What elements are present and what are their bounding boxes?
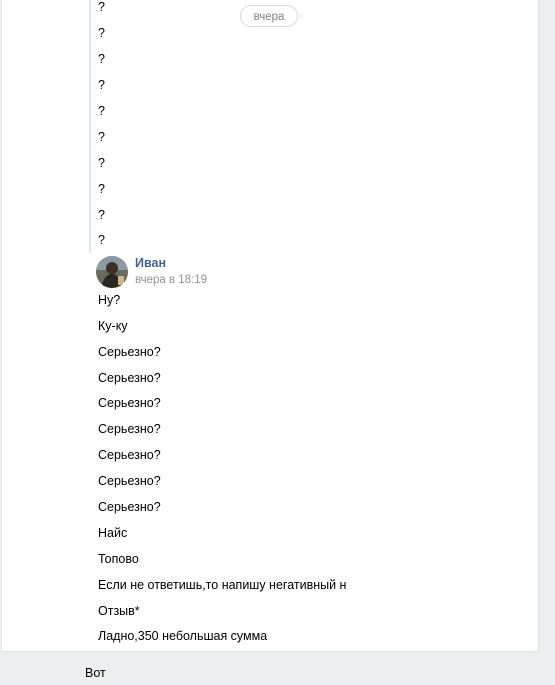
quoted-message: ?	[98, 130, 105, 144]
message-text: Топово	[98, 552, 139, 566]
quoted-message: ?	[98, 208, 105, 222]
user-avatar-icon[interactable]	[96, 256, 128, 288]
quoted-message: ?	[98, 233, 105, 247]
forwarded-quote-line	[89, 0, 91, 253]
quoted-message: ?	[98, 52, 105, 66]
date-divider[interactable]: вчера	[240, 5, 298, 27]
reply-message-text: Вот	[85, 666, 106, 680]
message-text: Если не ответишь,то напишу негативный н	[98, 578, 347, 592]
message-history-panel: вчера ? ? ? ? ? ? ? ? ? ? Иван вчера в 1…	[1, 0, 539, 652]
message-text: Серьезно?	[98, 474, 161, 488]
message-text: Найс	[98, 526, 128, 540]
message-text: Серьезно?	[98, 345, 161, 359]
message-text: Серьезно?	[98, 500, 161, 514]
message-text: Ну?	[98, 293, 121, 307]
quoted-message: ?	[98, 0, 105, 14]
quoted-message: ?	[98, 26, 105, 40]
quoted-message: ?	[98, 182, 105, 196]
message-text: Серьезно?	[98, 371, 161, 385]
message-text: Ладно,350 небольшая сумма	[98, 629, 268, 643]
quoted-message: ?	[98, 104, 105, 118]
quoted-message: ?	[98, 156, 105, 170]
message-text: Серьезно?	[98, 396, 161, 410]
quoted-message: ?	[98, 78, 105, 92]
message-text: Серьезно?	[98, 448, 161, 462]
avatar-image	[96, 256, 128, 288]
message-text: Ку-ку	[98, 319, 128, 333]
message-text: Серьезно?	[98, 422, 161, 436]
message-author-name[interactable]: Иван	[135, 256, 166, 270]
message-timestamp[interactable]: вчера в 18:19	[135, 274, 207, 286]
message-text: Отзыв*	[98, 604, 140, 618]
